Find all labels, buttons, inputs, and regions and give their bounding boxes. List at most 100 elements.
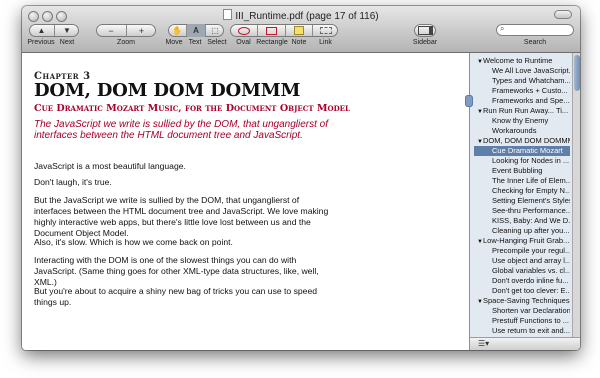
zoom-in-button[interactable]: + bbox=[127, 24, 156, 37]
outline-item-label: Checking for Empty N... bbox=[492, 186, 570, 195]
sidebar-label: Sidebar bbox=[412, 39, 438, 46]
sidebar-toggle-button[interactable] bbox=[414, 24, 436, 37]
pdf-document-icon bbox=[223, 9, 233, 20]
outline-item[interactable]: Setting Element's Styles bbox=[474, 196, 570, 206]
outline-section-item[interactable]: ▼Run Run Run Away... Ti... bbox=[474, 106, 570, 116]
outline-section-item[interactable]: ▼Welcome to Runtime bbox=[474, 56, 570, 66]
outline-item-label: Types and Whatcham... bbox=[492, 76, 570, 85]
paragraph-6: But you're about to acquire a shiny new … bbox=[34, 286, 318, 307]
chapter-heading: DOM, DOM DOM DOMMM bbox=[34, 80, 301, 101]
zoom-out-button[interactable]: − bbox=[96, 24, 126, 37]
outline-item-label: Event Bubbling bbox=[492, 166, 543, 175]
outline-item[interactable]: Cleaning up after you... bbox=[474, 226, 570, 236]
outline-item[interactable]: The Inner Life of Elem... bbox=[474, 176, 570, 186]
outline-item[interactable]: We All Love JavaScript... bbox=[474, 66, 570, 76]
text-label: Text bbox=[188, 39, 202, 46]
previous-label: Previous bbox=[27, 39, 55, 46]
plus-icon: + bbox=[138, 25, 145, 36]
outline-item[interactable]: Event Bubbling bbox=[474, 166, 570, 176]
outline-item[interactable]: Shorten var Declarations bbox=[474, 306, 570, 316]
outline-item[interactable]: Use return to exit and... bbox=[474, 326, 570, 336]
select-label: Select bbox=[207, 39, 227, 46]
outline-item-label: Don't overdo inline fu... bbox=[492, 276, 569, 285]
outline-item[interactable]: Types and Whatcham... bbox=[474, 76, 570, 86]
text-tool-button[interactable]: A bbox=[187, 24, 205, 37]
rectangle-icon bbox=[266, 26, 277, 35]
outline-item-label: Use return to exit and... bbox=[492, 326, 570, 335]
zoom-segment: − + bbox=[96, 24, 156, 37]
outline-item-label: The Inner Life of Elem... bbox=[492, 176, 570, 185]
minus-icon: − bbox=[108, 25, 114, 36]
outline-item[interactable]: Know thy Enemy bbox=[474, 116, 570, 126]
outline-item-label: Don't get too clever: E... bbox=[492, 286, 570, 295]
text-cursor-icon: A bbox=[193, 26, 199, 35]
scrollbar-thumb[interactable] bbox=[574, 55, 580, 91]
outline-item[interactable]: Checking for Empty N... bbox=[474, 186, 570, 196]
outline-view-icon[interactable]: ☰▾ bbox=[478, 339, 489, 348]
outline-item-label: Precompile your regul... bbox=[492, 246, 570, 255]
outline-item[interactable]: Frameworks and Spe... bbox=[474, 96, 570, 106]
window-title: III_Runtime.pdf (page 17 of 116) bbox=[22, 9, 580, 22]
next-page-button[interactable]: ▼ bbox=[55, 24, 79, 37]
outline-scrollbar[interactable] bbox=[572, 53, 580, 350]
outline-item[interactable]: Frameworks + Custo... bbox=[474, 86, 570, 96]
outline-section-item[interactable]: ▼Space-Saving Techniques bbox=[474, 296, 570, 306]
annotation-segment bbox=[230, 24, 338, 37]
paragraph-2: Don't laugh, it's true. bbox=[34, 177, 112, 187]
outline-item[interactable]: Use object and array l... bbox=[474, 256, 570, 266]
outline-sidebar[interactable]: ▼Welcome to Runtime We All Love JavaScrip… bbox=[465, 53, 580, 350]
outline-item[interactable]: KISS, Baby: And We D... bbox=[474, 216, 570, 226]
outline-item[interactable]: Cue Dramatic Mozart bbox=[474, 146, 570, 156]
outline-item[interactable]: Global variables vs. cl... bbox=[474, 266, 570, 276]
outline-item[interactable]: Prestuff Functions to ... bbox=[474, 316, 570, 326]
outline-list: ▼Welcome to Runtime We All Love JavaScrip… bbox=[474, 56, 570, 350]
search-input[interactable]: ⌕ bbox=[496, 24, 574, 36]
outline-item-label: Looking for Nodes in ... bbox=[492, 156, 570, 165]
hand-icon: ✋ bbox=[172, 26, 182, 35]
outline-section-item[interactable]: ▼DOM, DOM DOM DOMMM bbox=[474, 136, 570, 146]
previous-next-segment: ▲ ▼ bbox=[29, 24, 79, 37]
paragraph-4: Also, it's slow. Which is how we come ba… bbox=[34, 237, 233, 247]
previous-page-button[interactable]: ▲ bbox=[29, 24, 54, 37]
pdf-page-area[interactable]: Chapter 3 DOM, DOM DOM DOMMM Cue Dramati… bbox=[22, 53, 469, 350]
toolbar-toggle-button[interactable] bbox=[554, 10, 572, 19]
next-label: Next bbox=[59, 39, 75, 46]
outline-item[interactable]: Don't overdo inline fu... bbox=[474, 276, 570, 286]
outline-item-label: Prestuff Functions to ... bbox=[492, 316, 569, 325]
title-bar: III_Runtime.pdf (page 17 of 116) ▲ ▼ Pre… bbox=[22, 6, 580, 53]
oval-tool-button[interactable] bbox=[230, 24, 257, 37]
note-tool-button[interactable] bbox=[286, 24, 312, 37]
paragraph-3: But the JavaScript we write is sullied b… bbox=[34, 195, 329, 238]
outline-item-label: Run Run Run Away... Ti... bbox=[483, 106, 569, 115]
outline-item[interactable]: See-thru Performance... bbox=[474, 206, 570, 216]
outline-item-label: Know thy Enemy bbox=[492, 116, 549, 125]
link-tool-button[interactable] bbox=[313, 24, 338, 37]
search-label: Search bbox=[523, 39, 547, 46]
move-tool-button[interactable]: ✋ bbox=[168, 24, 186, 37]
oval-icon bbox=[237, 26, 250, 35]
outline-item[interactable]: Looking for Nodes in ... bbox=[474, 156, 570, 166]
paragraph-1: JavaScript is a most beautiful language. bbox=[34, 161, 186, 171]
outline-item[interactable]: Workarounds bbox=[474, 126, 570, 136]
sidebar-icon bbox=[417, 26, 433, 35]
sidebar-resize-handle[interactable] bbox=[465, 95, 473, 107]
intro-paragraph: The JavaScript we write is sullied by th… bbox=[34, 119, 329, 141]
oval-label: Oval bbox=[236, 39, 251, 46]
outline-item-label: Cleaning up after you... bbox=[492, 226, 570, 235]
paragraph-5: Interacting with the DOM is one of the s… bbox=[34, 255, 319, 287]
link-label: Link bbox=[319, 39, 332, 46]
select-tool-button[interactable]: ⬚ bbox=[206, 24, 224, 37]
outline-item-label: See-thru Performance... bbox=[492, 206, 570, 215]
outline-item-label: DOM, DOM DOM DOMMM bbox=[483, 136, 570, 145]
outline-item-label: Cue Dramatic Mozart bbox=[492, 146, 563, 155]
outline-item[interactable]: Don't get too clever: E... bbox=[474, 286, 570, 296]
outline-item[interactable]: Precompile your regul... bbox=[474, 246, 570, 256]
outline-item-label: Welcome to Runtime bbox=[483, 56, 553, 65]
outline-item-label: Frameworks + Custo... bbox=[492, 86, 568, 95]
rectangle-tool-button[interactable] bbox=[258, 24, 285, 37]
link-icon bbox=[319, 27, 332, 34]
arrow-down-icon: ▼ bbox=[63, 26, 71, 35]
rectangle-label: Rectangle bbox=[256, 39, 288, 46]
outline-item-label: Global variables vs. cl... bbox=[492, 266, 570, 275]
outline-section-item[interactable]: ▼Low-Hanging Fruit Grab... bbox=[474, 236, 570, 246]
